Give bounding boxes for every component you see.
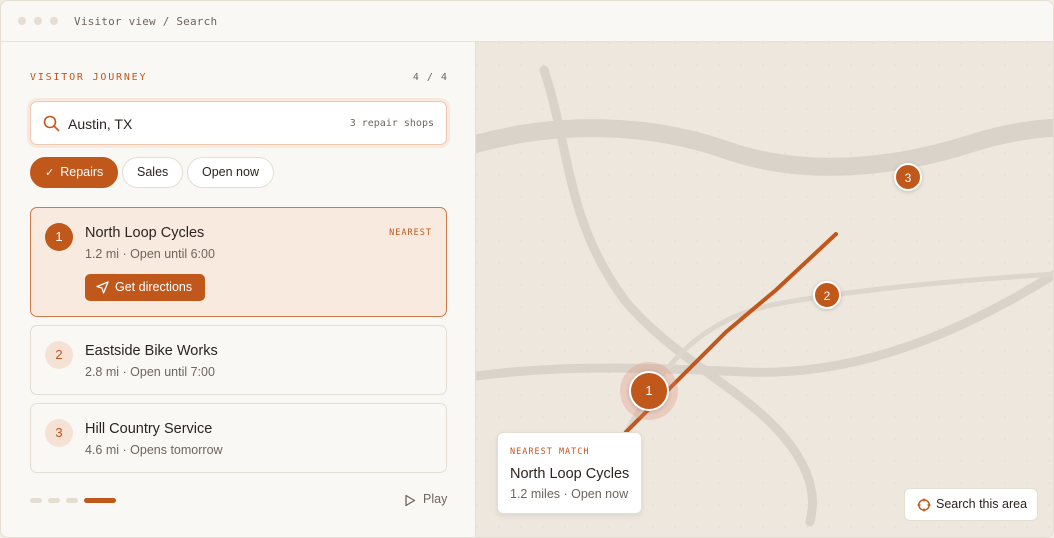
result-count: 3 repair shops [349,118,434,129]
shop-name: Hill Country Service [85,421,213,437]
callout-shop-name: North Loop Cycles [510,466,630,482]
search-input-value[interactable]: Austin, TX [68,116,132,132]
result-card-3[interactable]: 3 Hill Country Service 4.6 mi · Opens to… [30,403,447,473]
filter-chip-label: Open now [202,165,259,179]
pager-dot-4-active[interactable] [84,498,116,503]
location-search-field[interactable]: Austin, TX 3 repair shops [30,101,447,145]
filter-chip-label: Repairs [60,165,104,179]
filter-chip-repairs[interactable]: ✓ Repairs [30,157,119,188]
shop-meta: 4.6 mi · Opens tomorrow [85,443,223,457]
pager-dot-3[interactable] [66,498,78,503]
window-control-maximize[interactable] [50,17,58,25]
pager-dot-2[interactable] [48,498,60,503]
search-this-area-label: Search this area [936,497,1028,511]
get-directions-button[interactable]: Get directions [85,274,205,301]
shop-meta: 2.8 mi · Open until 7:00 [85,365,215,379]
pager-dot-1[interactable] [30,498,42,503]
shop-name: Eastside Bike Works [85,343,218,359]
crosshair-icon [917,498,931,512]
play-label: Play [423,492,448,506]
title-bar: Visitor view / Search [1,1,1053,42]
rank-badge: 3 [45,419,73,447]
filter-chip-open-now[interactable]: Open now [187,157,274,188]
nearest-tag: NEAREST [389,228,432,238]
app-window: Visitor view / Search VISITOR JOURNEY 4 … [0,0,1054,538]
navigation-arrow-icon [96,281,109,294]
rank-badge: 2 [45,341,73,369]
callout-meta: 1.2 miles · Open now [510,487,629,501]
nearest-match-callout[interactable]: NEAREST MATCH North Loop Cycles 1.2 mile… [497,432,642,514]
map-pin-3[interactable]: 3 [894,163,922,191]
search-this-area-button[interactable]: Search this area [904,488,1038,521]
window-control-close[interactable] [18,17,26,25]
result-card-1[interactable]: 1 North Loop Cycles NEAREST 1.2 mi · Ope… [30,207,447,317]
map-pin-1[interactable]: 1 [629,371,669,411]
filter-chip-label: Sales [137,165,169,179]
shop-meta: 1.2 mi · Open until 6:00 [85,247,215,261]
map-view[interactable]: 1 2 3 NEAREST MATCH North Loop Cycles 1.… [476,42,1053,537]
map-pin-2[interactable]: 2 [813,281,841,309]
play-icon [405,494,416,507]
step-counter: 4 / 4 [412,72,448,83]
get-directions-label: Get directions [115,280,193,294]
result-card-2[interactable]: 2 Eastside Bike Works 2.8 mi · Open unti… [30,325,447,395]
window-control-minimize[interactable] [34,17,42,25]
rank-badge: 1 [45,223,73,251]
results-panel: VISITOR JOURNEY 4 / 4 Austin, TX 3 repai… [1,42,476,537]
window-title: Visitor view / Search [74,15,218,28]
search-icon [43,115,60,132]
check-icon: ✓ [45,167,55,179]
journey-label: VISITOR JOURNEY [30,72,148,83]
filter-chip-sales[interactable]: Sales [122,157,184,188]
callout-label: NEAREST MATCH [510,447,590,457]
shop-name: North Loop Cycles [85,225,205,241]
